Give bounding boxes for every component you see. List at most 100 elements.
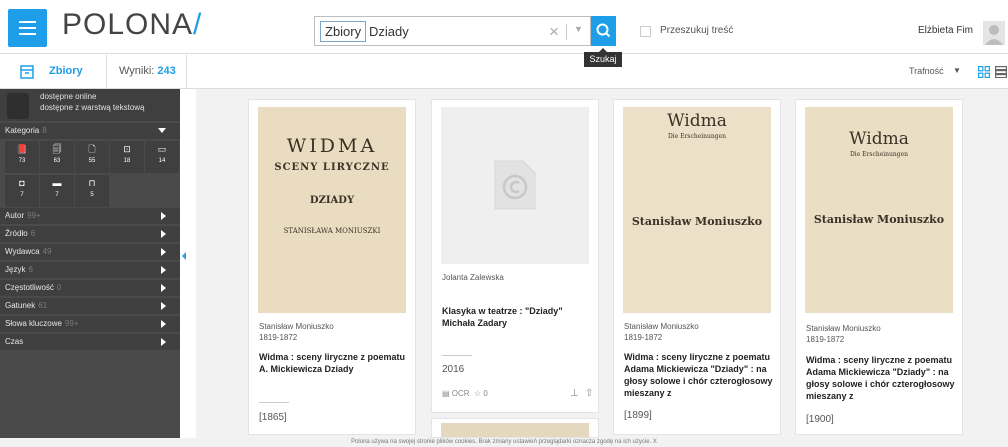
text-layer-label: dostępne z warstwą tekstową [40, 103, 145, 112]
top-header: POLONA/ Zbiory × ▼ Szukaj Przeszukuj tre… [0, 0, 1008, 67]
facet-słowa-kluczowe[interactable]: Słowa kluczowe 99+ [0, 316, 180, 332]
category-tile[interactable]: ◘ 7 [5, 175, 39, 207]
facet-label: Czas [5, 337, 26, 346]
result-card[interactable]: Jolanta Zalewska Klasyka w teatrze : "Dz… [431, 99, 599, 413]
facet-czas[interactable]: Czas [0, 334, 180, 350]
chevron-right-icon [161, 284, 166, 292]
card-divider [259, 402, 289, 403]
category-tile[interactable]: ▭ 14 [145, 141, 179, 173]
card-icon: ▬ [52, 178, 62, 188]
category-tile[interactable]: 🗐 63 [40, 141, 74, 173]
card-title[interactable]: Klasyka w teatrze : "Dziady" Michała Zad… [442, 305, 592, 329]
result-card[interactable]: Widma Die Erscheinungen Stanisław Monius… [795, 99, 963, 435]
logo-text: POLONA [62, 8, 194, 41]
availability-filter[interactable]: dostępne online dostępne z warstwą tekst… [0, 89, 180, 121]
category-facet[interactable]: Kategoria 8 [0, 123, 180, 139]
avatar[interactable] [983, 21, 1005, 45]
clear-search-icon[interactable]: × [549, 22, 559, 42]
ocr-label: OCR [451, 389, 470, 398]
toolbar-divider [106, 55, 107, 89]
facet-count: 6 [30, 229, 36, 238]
results-toolbar: Zbiory Wyniki: 243 Trafność ▼ [0, 55, 1008, 89]
facet-name: Częstotliwość [5, 283, 54, 292]
category-label: Kategoria [5, 126, 40, 135]
book-icon: 📕 [16, 144, 28, 154]
facet-gatunek[interactable]: Gatunek 61 [0, 298, 180, 314]
user-name[interactable]: Elżbieta Fim [918, 25, 973, 36]
grid-view-icon[interactable] [978, 66, 990, 78]
download-icon[interactable]: ⊥ [570, 388, 579, 399]
scroll-icon: ⊓ [88, 178, 96, 188]
fulltext-checkbox[interactable] [640, 26, 651, 37]
search-input[interactable] [369, 21, 519, 42]
card-title[interactable]: Widma : sceny liryczne z poematu Adama M… [806, 354, 956, 402]
toolbar-divider [186, 55, 187, 89]
category-count: 18 [123, 158, 131, 164]
cover-author: STANISŁAWA MONIUSZKI [283, 227, 381, 235]
card-title[interactable]: Widma : sceny liryczne z poematu A. Mick… [259, 351, 409, 375]
result-card[interactable]: WIDMA SCENY LIRYCZNE DZIADY STANISŁAWA M… [248, 99, 416, 435]
sort-chevron-down-icon[interactable]: ▼ [953, 66, 961, 75]
picture-icon: ⊡ [123, 144, 131, 154]
facet-count: 99+ [64, 319, 79, 328]
hamburger-menu-icon[interactable] [8, 9, 47, 47]
document-icon: 🗋 [88, 144, 96, 154]
category-tile[interactable]: 🗋 55 [75, 141, 109, 173]
availability-toggle[interactable] [7, 93, 29, 119]
facet-label: Język 6 [5, 265, 33, 274]
card-year: [1900] [806, 414, 834, 425]
facet-wydawca[interactable]: Wydawca 49 [0, 244, 180, 260]
facet-name: Autor [5, 211, 25, 220]
category-tile[interactable]: ⊓ 5 [75, 175, 109, 207]
list-view-icon[interactable] [995, 66, 1007, 78]
chevron-down-icon [158, 128, 166, 133]
result-card-next[interactable] [431, 418, 599, 438]
category-tile[interactable]: 📕 73 [5, 141, 39, 173]
facet-name: Gatunek [5, 301, 36, 310]
facet-częstotliwość[interactable]: Częstotliwość 0 [0, 280, 180, 296]
chevron-right-icon [161, 248, 166, 256]
cover-image [441, 423, 589, 437]
search-divider [566, 24, 567, 40]
chevron-right-icon [161, 320, 166, 328]
chevron-down-icon[interactable]: ▼ [574, 24, 583, 34]
facet-źródło[interactable]: Źródło 6 [0, 226, 180, 242]
star-rating[interactable]: ☆ 0 [474, 389, 488, 398]
card-dates: 1819-1872 [806, 335, 845, 344]
share-icon[interactable]: ⇧ [585, 388, 593, 399]
sort-select[interactable]: Trafność [909, 66, 944, 76]
cookie-notice[interactable]: Polona używa na swojej stronie plików co… [0, 438, 1008, 447]
facet-name: Język [5, 265, 26, 274]
cover-title: Widma [849, 129, 909, 149]
facet-język[interactable]: Język 6 [0, 262, 180, 278]
card-title[interactable]: Widma : sceny liryczne z poematu Adama M… [624, 351, 774, 399]
search-button[interactable] [591, 16, 616, 46]
facet-count: 49 [42, 247, 52, 256]
category-facet-label: Kategoria 8 [5, 126, 47, 135]
cover-title: WIDMA [286, 135, 378, 157]
chevron-right-icon [161, 302, 166, 310]
facet-autor[interactable]: Autor 99+ [0, 208, 180, 224]
result-card[interactable]: Widma Die Erscheinungen Stanisław Monius… [613, 99, 781, 435]
facet-count: 61 [38, 301, 48, 310]
category-tile[interactable]: ⊡ 18 [110, 141, 144, 173]
category-count: 7 [20, 192, 24, 198]
polona-logo[interactable]: POLONA/ [62, 8, 202, 42]
cover-subtitle: SCENY LIRYCZNE [274, 162, 390, 173]
category-tile[interactable]: ▬ 7 [40, 175, 74, 207]
collapse-sidebar-icon[interactable] [182, 252, 186, 260]
facet-label: Autor 99+ [5, 211, 41, 220]
card-divider [442, 355, 472, 356]
cover-subtitle: Die Erscheinungen [667, 133, 727, 140]
filter-sidebar: dostępne online dostępne z warstwą tekst… [0, 89, 180, 447]
tab-collections[interactable]: Zbiory [49, 65, 83, 77]
results-count: 243 [157, 65, 176, 77]
chevron-right-icon [161, 266, 166, 274]
card-author: Stanisław Moniuszko [806, 324, 881, 333]
cover-image: Widma Die Erscheinungen Stanisław Monius… [623, 107, 771, 313]
card-author: Stanisław Moniuszko [624, 322, 699, 331]
card-dates: 1819-1872 [259, 333, 298, 342]
facet-label: Słowa kluczowe 99+ [5, 319, 79, 328]
facet-label: Gatunek 61 [5, 301, 47, 310]
search-scope-chip[interactable]: Zbiory [320, 21, 367, 42]
